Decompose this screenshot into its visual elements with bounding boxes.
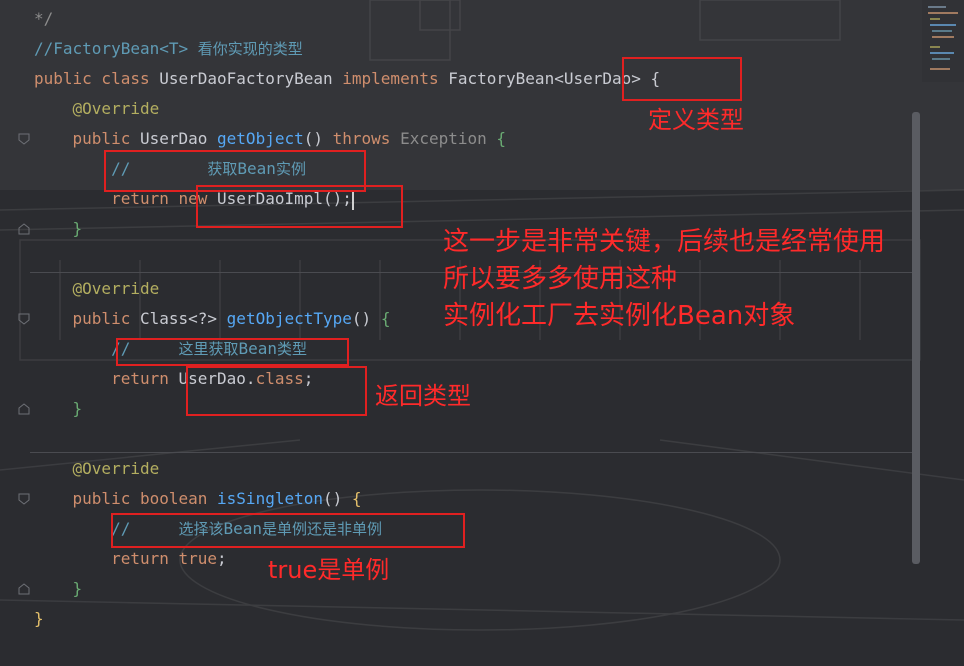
code-token: Exception	[400, 129, 497, 148]
code-token: public	[34, 489, 140, 508]
note-line: 这一步是非常关键，后续也是经常使用	[443, 227, 886, 257]
code-line[interactable]: }	[34, 214, 83, 244]
code-token: throws	[332, 129, 401, 148]
code-line[interactable]: public Class<?> getObjectType() {	[34, 304, 391, 334]
fold-icon[interactable]	[18, 313, 30, 325]
code-line[interactable]: }	[34, 394, 83, 424]
editor-gutter	[0, 0, 30, 666]
code-token: {	[496, 129, 507, 148]
code-token: return	[34, 549, 179, 568]
code-token: @Override	[34, 279, 160, 298]
code-token: UserDaoFactoryBean	[159, 69, 343, 88]
note-line: 实例化工厂去实例化Bean对象	[443, 301, 796, 331]
code-token: getObjectType	[226, 309, 352, 328]
code-token: @Override	[34, 459, 160, 478]
code-token: */	[34, 9, 54, 28]
code-token: Class<?>	[139, 309, 227, 328]
code-token: }	[34, 219, 83, 238]
minimap[interactable]	[922, 0, 964, 82]
code-line[interactable]: }	[34, 604, 44, 634]
fold-icon[interactable]	[18, 133, 30, 145]
code-token: @Override	[34, 99, 160, 118]
code-line[interactable]: @Override	[34, 94, 160, 124]
note-singleton: true是单例	[268, 556, 390, 584]
code-token: public class	[34, 69, 160, 88]
code-token: ()	[303, 129, 333, 148]
code-line[interactable]: @Override	[34, 454, 160, 484]
note-line: 所以要多多使用这种	[443, 264, 678, 294]
fold-icon[interactable]	[18, 583, 30, 595]
code-token: ;	[217, 549, 227, 568]
code-line[interactable]: @Override	[34, 274, 160, 304]
fold-icon[interactable]	[18, 223, 30, 235]
method-separator	[30, 452, 918, 453]
code-token: ()	[351, 309, 381, 328]
code-token: boolean	[139, 489, 218, 508]
fold-icon[interactable]	[18, 493, 30, 505]
code-line[interactable]: public class UserDaoFactoryBean implemen…	[34, 64, 660, 94]
code-token: }	[34, 399, 83, 418]
highlight-box-get-type-comment	[116, 338, 349, 366]
code-token: return	[34, 369, 179, 388]
code-token: true	[178, 549, 218, 568]
code-token: {	[380, 309, 391, 328]
code-token: 看你实现的类型	[197, 40, 303, 58]
code-token: ()	[323, 489, 352, 508]
code-token: }	[34, 579, 83, 598]
code-line[interactable]: }	[34, 574, 83, 604]
note-key-step: 这一步是非常关键，后续也是经常使用 所以要多多使用这种实例化工厂去实例化Bean对…	[443, 224, 885, 335]
code-token: getObject	[217, 129, 304, 148]
code-token: public	[34, 309, 140, 328]
highlight-box-return-class	[186, 366, 367, 416]
code-line[interactable]: public boolean isSingleton() {	[34, 484, 362, 514]
code-token: }	[34, 609, 44, 628]
highlight-box-new-impl	[196, 185, 403, 228]
code-token: UserDao	[139, 129, 218, 148]
highlight-box-singleton-comment	[111, 513, 465, 548]
note-return-type: 返回类型	[375, 382, 471, 410]
code-token: isSingleton	[217, 489, 323, 508]
fold-icon[interactable]	[18, 403, 30, 415]
code-token: public	[34, 129, 140, 148]
code-line[interactable]: */	[34, 4, 53, 34]
code-line[interactable]: //FactoryBean<T> 看你实现的类型	[34, 34, 303, 64]
highlight-box-generic-type	[622, 57, 742, 101]
code-token: {	[351, 489, 362, 508]
code-line[interactable]: return true;	[34, 544, 227, 574]
code-token: //FactoryBean<T>	[34, 39, 198, 58]
note-define-type: 定义类型	[648, 106, 744, 134]
code-token: implements	[342, 69, 449, 88]
vertical-scrollbar[interactable]	[912, 112, 920, 564]
